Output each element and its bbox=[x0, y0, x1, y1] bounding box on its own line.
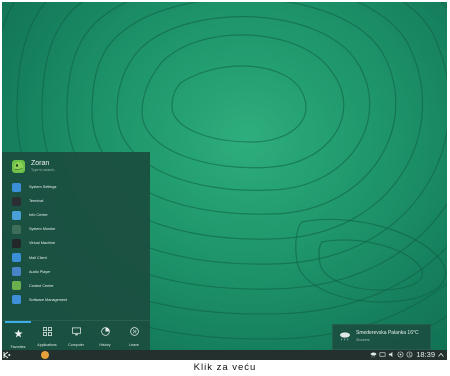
tab-favorites[interactable]: Favorites bbox=[5, 321, 31, 349]
volume-icon[interactable] bbox=[388, 351, 395, 358]
weather-condition: Showers bbox=[356, 338, 370, 342]
menu-item-audio-player[interactable]: Audio Player bbox=[12, 265, 148, 279]
system-tray bbox=[368, 351, 413, 358]
menu-item-mail-client[interactable]: Mail Client bbox=[12, 250, 148, 264]
software-management-icon bbox=[12, 295, 21, 305]
chevron-up-icon[interactable] bbox=[438, 352, 444, 358]
menu-item-label: Software Management bbox=[29, 297, 68, 302]
menu-item-label: Terminal bbox=[29, 199, 44, 204]
tab-applications[interactable]: Applications bbox=[34, 323, 60, 347]
user-avatar[interactable] bbox=[12, 160, 25, 173]
user-header: Zoran Type to search... bbox=[12, 160, 57, 173]
application-launcher-menu: Zoran Type to search... System Settings … bbox=[2, 152, 150, 350]
menu-item-label: Info Center bbox=[29, 213, 48, 218]
clock[interactable]: 18:39 bbox=[416, 350, 435, 360]
chameleon-icon bbox=[14, 162, 23, 171]
virtual-machine-icon bbox=[12, 238, 21, 248]
tab-label: Favorites bbox=[10, 345, 26, 349]
file-manager-icon[interactable] bbox=[41, 351, 49, 359]
tab-leave[interactable]: Leave bbox=[121, 323, 147, 347]
tab-history[interactable]: History bbox=[92, 323, 118, 347]
menu-item-terminal[interactable]: Terminal bbox=[12, 194, 148, 208]
menu-item-label: Control Center bbox=[29, 283, 54, 288]
tab-computer[interactable]: Computer bbox=[63, 323, 89, 347]
settings-icon bbox=[12, 182, 21, 192]
system-monitor-icon bbox=[12, 224, 21, 234]
tab-label: Leave bbox=[129, 343, 139, 347]
showers-icon bbox=[340, 332, 350, 341]
menu-item-label: Virtual Machine bbox=[29, 241, 56, 246]
user-name: Zoran bbox=[31, 160, 50, 167]
favorites-list: System Settings Terminal Info Center Sys… bbox=[12, 180, 148, 307]
updates-icon[interactable] bbox=[406, 351, 413, 358]
network-icon[interactable] bbox=[379, 351, 386, 358]
image-caption: Klik za veću bbox=[193, 362, 257, 373]
menu-item-system-monitor[interactable]: System Monitor bbox=[12, 222, 148, 236]
launcher-tabs: Favorites Applications Computer History … bbox=[2, 320, 150, 351]
menu-item-label: System Monitor bbox=[29, 227, 56, 232]
tab-label: History bbox=[99, 343, 111, 347]
info-center-icon bbox=[12, 210, 21, 220]
weather-location: Smederevska Palanka 16°C bbox=[356, 330, 419, 336]
leave-icon bbox=[129, 327, 139, 336]
menu-item-label: Mail Client bbox=[29, 255, 47, 260]
menu-item-label: System Settings bbox=[29, 185, 57, 190]
menu-item-software-management[interactable]: Software Management bbox=[12, 293, 148, 307]
clock-icon bbox=[100, 327, 110, 336]
audio-player-icon bbox=[12, 267, 21, 277]
weather-tray-icon[interactable] bbox=[370, 351, 377, 358]
weather-popup[interactable]: Smederevska Palanka 16°C Showers bbox=[332, 324, 431, 350]
menu-item-virtual-machine[interactable]: Virtual Machine bbox=[12, 236, 148, 250]
menu-item-info-center[interactable]: Info Center bbox=[12, 208, 148, 222]
notifications-icon[interactable] bbox=[397, 351, 404, 358]
mail-icon bbox=[12, 253, 21, 263]
desktop: Zoran Type to search... System Settings … bbox=[2, 2, 447, 360]
search-input[interactable]: Type to search... bbox=[31, 168, 57, 173]
grid-icon bbox=[42, 327, 52, 336]
star-icon bbox=[13, 329, 23, 338]
taskbar: 18:39 bbox=[2, 350, 447, 360]
tab-label: Applications bbox=[37, 343, 57, 347]
menu-item-label: Audio Player bbox=[29, 269, 51, 274]
control-center-icon bbox=[12, 281, 21, 291]
monitor-icon bbox=[71, 327, 81, 336]
kde-launcher-icon[interactable] bbox=[3, 351, 11, 359]
terminal-icon bbox=[12, 196, 21, 206]
menu-item-control-center[interactable]: Control Center bbox=[12, 279, 148, 293]
menu-item-system-settings[interactable]: System Settings bbox=[12, 180, 148, 194]
tab-label: Computer bbox=[68, 343, 84, 347]
